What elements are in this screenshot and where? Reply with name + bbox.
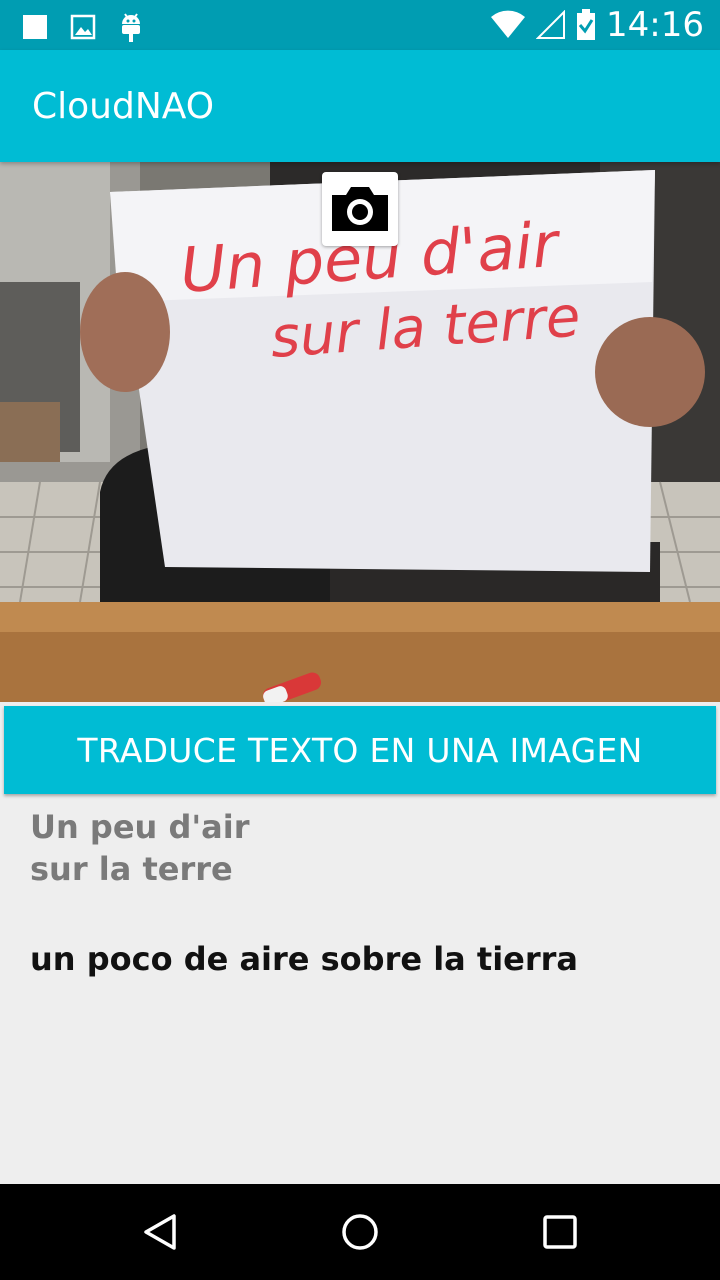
- back-icon: [144, 1214, 176, 1250]
- battery-icon: [577, 9, 596, 40]
- recognized-text-line-2: sur la terre: [30, 850, 233, 888]
- camera-button[interactable]: [322, 172, 398, 246]
- notification-square-icon: [23, 15, 47, 39]
- home-button[interactable]: [336, 1208, 384, 1256]
- status-clock: 14:16: [606, 5, 704, 45]
- translate-image-button[interactable]: TRADUCE TEXTO EN UNA IMAGEN: [4, 706, 716, 794]
- recognized-text-line-1: Un peu d'air: [30, 808, 250, 846]
- app-bar: CloudNAO: [0, 50, 720, 162]
- translated-text: un poco de aire sobre la tierra: [30, 940, 579, 978]
- wifi-icon: [491, 10, 526, 38]
- recognized-text: Un peu d'air sur la terre: [30, 806, 249, 890]
- app-title: CloudNAO: [32, 86, 215, 127]
- android-icon: [122, 13, 140, 42]
- recents-button[interactable]: [536, 1208, 584, 1256]
- image-icon: [70, 14, 96, 40]
- back-button[interactable]: [136, 1208, 184, 1256]
- camera-icon: [332, 187, 388, 231]
- status-bar: 14:16: [0, 0, 720, 50]
- recents-icon: [543, 1215, 577, 1249]
- signal-icon: [536, 10, 566, 39]
- navigation-bar: [0, 1184, 720, 1280]
- home-icon: [342, 1214, 378, 1250]
